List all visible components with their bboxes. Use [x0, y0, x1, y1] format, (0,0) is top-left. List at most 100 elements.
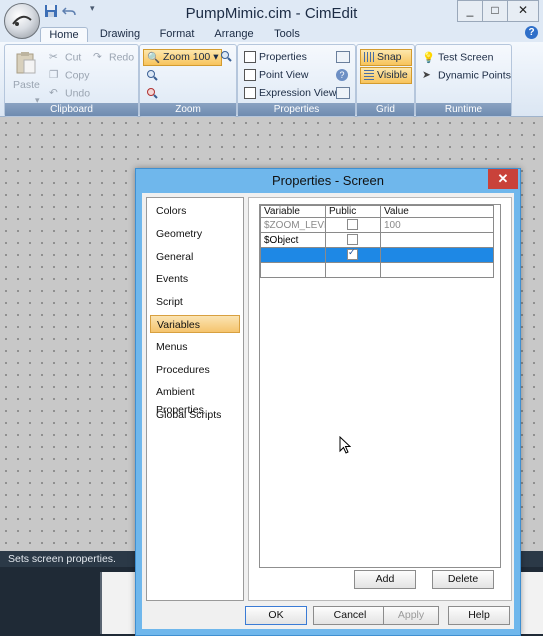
- properties-group-label: Properties: [238, 103, 355, 116]
- list-view-icon[interactable]: [336, 87, 350, 99]
- redo-label: Redo: [109, 51, 135, 64]
- window-layout-icon[interactable]: [336, 51, 350, 63]
- value-cell[interactable]: [380, 232, 494, 248]
- close-button[interactable]: ✕: [507, 0, 539, 22]
- variable-cell[interactable]: [260, 247, 326, 263]
- table-row[interactable]: $Object: [260, 232, 494, 248]
- column-header-public: Public: [325, 205, 381, 218]
- help-button[interactable]: Help: [448, 606, 510, 625]
- properties-dialog: Properties - Screen ✕ Colors Geometry Ge…: [135, 168, 521, 636]
- paste-button[interactable]: Paste: [13, 79, 40, 91]
- value-cell[interactable]: [380, 247, 494, 263]
- zoom-level-dropdown[interactable]: 🔍 Zoom 100 ▾: [143, 49, 223, 66]
- help-icon[interactable]: ?: [525, 26, 538, 39]
- variables-table: Variable Public Value $ZOOM_LEVEL 100 $O…: [260, 205, 494, 278]
- public-checkbox-checked[interactable]: [347, 249, 358, 261]
- cancel-button[interactable]: Cancel: [313, 606, 387, 625]
- public-cell[interactable]: [325, 232, 381, 248]
- grid-group-label: Grid: [357, 103, 414, 116]
- value-cell[interactable]: [380, 262, 494, 278]
- test-screen-label: Test Screen: [438, 51, 494, 64]
- application-menu-button[interactable]: [4, 3, 40, 39]
- public-checkbox[interactable]: [347, 219, 358, 231]
- dialog-close-button[interactable]: ✕: [488, 169, 518, 189]
- category-general[interactable]: General: [150, 248, 240, 266]
- properties-label: Properties: [259, 51, 307, 63]
- zoom-group: 🔍 Zoom 100 ▾ Zoom: [139, 44, 237, 117]
- category-script[interactable]: Script: [150, 293, 240, 311]
- paste-icon: [15, 51, 37, 75]
- category-variables[interactable]: Variables: [150, 315, 240, 333]
- tab-arrange[interactable]: Arrange: [208, 27, 260, 42]
- column-header-variable: Variable: [260, 205, 326, 218]
- category-list[interactable]: Colors Geometry General Events Script Va…: [146, 197, 244, 601]
- public-cell[interactable]: [325, 217, 381, 233]
- tab-home[interactable]: Home: [40, 27, 88, 43]
- zoom-fit-icon[interactable]: [220, 50, 232, 65]
- category-menus[interactable]: Menus: [150, 338, 240, 356]
- variables-grid[interactable]: Variable Public Value $ZOOM_LEVEL 100 $O…: [259, 204, 501, 568]
- cut-label: Cut: [65, 51, 82, 64]
- point-view-button[interactable]: Point View: [244, 69, 309, 82]
- properties-group: Properties Point View Expression View ? …: [237, 44, 356, 117]
- tab-drawing[interactable]: Drawing: [92, 27, 148, 42]
- dialog-title: Properties - Screen: [272, 173, 384, 188]
- column-header-value: Value: [380, 205, 494, 218]
- variables-panel: Variable Public Value $ZOOM_LEVEL 100 $O…: [248, 197, 512, 601]
- visible-label: Visible: [377, 69, 408, 81]
- point-view-label: Point View: [259, 69, 309, 81]
- category-colors[interactable]: Colors: [150, 202, 240, 220]
- snap-grid-icon: [364, 52, 374, 63]
- copy-label: Copy: [65, 69, 90, 82]
- category-procedures[interactable]: Procedures: [150, 361, 240, 379]
- dynamic-points-label: Dynamic Points: [438, 69, 511, 82]
- variable-cell[interactable]: [260, 262, 326, 278]
- add-button[interactable]: Add: [354, 570, 416, 589]
- redo-icon: ↷: [93, 51, 102, 63]
- properties-icon: [244, 51, 256, 64]
- runtime-group-label: Runtime: [416, 103, 511, 116]
- info-icon[interactable]: ?: [336, 69, 348, 81]
- snap-toggle[interactable]: Snap: [360, 49, 412, 66]
- minimize-button[interactable]: _: [457, 0, 483, 22]
- properties-button[interactable]: Properties: [244, 51, 307, 64]
- value-cell[interactable]: 100: [380, 217, 494, 233]
- expression-view-button[interactable]: Expression View: [244, 87, 337, 100]
- undo-button[interactable]: ↶ Undo: [49, 87, 90, 100]
- maximize-button[interactable]: □: [482, 0, 508, 22]
- copy-button[interactable]: ❐ Copy: [49, 69, 90, 82]
- app-logo-icon: [12, 15, 32, 26]
- ok-button[interactable]: OK: [245, 606, 307, 625]
- category-events[interactable]: Events: [150, 270, 240, 288]
- public-checkbox[interactable]: [347, 234, 358, 246]
- copy-icon: ❐: [49, 69, 59, 81]
- delete-button[interactable]: Delete: [432, 570, 494, 589]
- category-ambient-properties[interactable]: Ambient Properties: [150, 383, 240, 416]
- category-geometry[interactable]: Geometry: [150, 225, 240, 243]
- public-cell[interactable]: [325, 247, 381, 263]
- tab-format[interactable]: Format: [152, 27, 202, 42]
- visible-grid-toggle[interactable]: Visible: [360, 67, 412, 84]
- redo-button[interactable]: ↷ Redo: [93, 51, 134, 64]
- lightbulb-icon: 💡: [422, 52, 436, 64]
- expression-view-label: Expression View: [259, 87, 337, 99]
- dynamic-points-button[interactable]: ➤ Dynamic Points: [422, 69, 511, 82]
- variable-cell[interactable]: $Object: [260, 232, 326, 248]
- public-cell[interactable]: [325, 262, 381, 278]
- dynamic-points-icon: ➤: [422, 69, 431, 81]
- table-row[interactable]: $ZOOM_LEVEL 100: [260, 217, 494, 233]
- cut-button[interactable]: ✂ Cut: [49, 51, 81, 64]
- scissors-icon: ✂: [49, 51, 58, 63]
- point-view-icon: [244, 69, 256, 82]
- clipboard-group: Paste ▾ ✂ Cut ❐ Copy ↶ Undo ↷ Redo Clipboard: [4, 44, 139, 117]
- clipboard-group-label: Clipboard: [5, 103, 138, 116]
- category-global-scripts[interactable]: Global Scripts: [150, 406, 240, 424]
- zoom-reset-icon[interactable]: [146, 87, 158, 102]
- apply-button[interactable]: Apply: [383, 606, 439, 625]
- test-screen-button[interactable]: 💡 Test Screen: [422, 51, 493, 64]
- table-row-selected[interactable]: [260, 247, 494, 263]
- table-row-new[interactable]: [260, 262, 494, 278]
- zoom-in-icon[interactable]: [146, 69, 158, 84]
- tab-tools[interactable]: Tools: [266, 27, 308, 42]
- variable-cell[interactable]: $ZOOM_LEVEL: [260, 217, 326, 233]
